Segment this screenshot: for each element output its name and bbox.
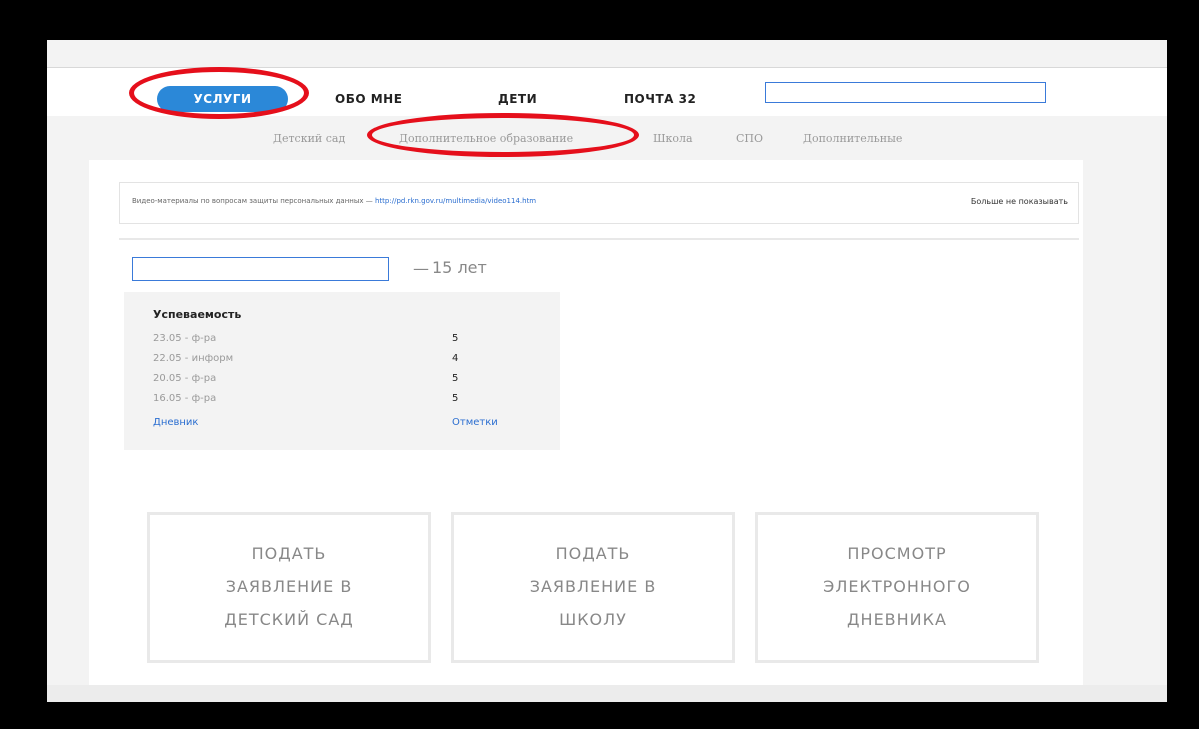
apply-kindergarten-tile[interactable]: ПОДАТЬ ЗАЯВЛЕНИЕ В ДЕТСКИЙ САД bbox=[147, 512, 431, 663]
grade-row: 20.05 - ф-ра 5 bbox=[153, 373, 533, 393]
grade-date: 23.05 - ф-ра bbox=[153, 333, 217, 344]
subnav-spo[interactable]: СПО bbox=[736, 132, 763, 145]
subnav-kindergarten[interactable]: Детский сад bbox=[273, 132, 345, 145]
subnav-additional-education[interactable]: Дополнительное образование bbox=[399, 132, 573, 145]
nav-services-button[interactable]: УСЛУГИ bbox=[157, 86, 288, 112]
grade-date: 20.05 - ф-ра bbox=[153, 373, 217, 384]
notice-text: Видео-материалы по вопросам защиты персо… bbox=[132, 197, 536, 205]
marks-link[interactable]: Отметки bbox=[452, 417, 498, 428]
notice-dismiss-button[interactable]: Больше не показывать bbox=[971, 197, 1068, 206]
grade-row: 22.05 - информ 4 bbox=[153, 353, 533, 373]
notice-link[interactable]: http://pd.rkn.gov.ru/multimedia/video114… bbox=[375, 197, 536, 205]
grade-mark: 5 bbox=[452, 333, 459, 344]
bottom-strip bbox=[47, 685, 1167, 702]
notice-banner: Видео-материалы по вопросам защиты персо… bbox=[119, 182, 1079, 224]
nav-about-me-button[interactable]: ОБО МНЕ bbox=[335, 86, 402, 112]
grade-mark: 4 bbox=[452, 353, 459, 364]
nav-mail-button[interactable]: ПОЧТА 32 bbox=[624, 86, 696, 112]
tile-line: ШКОЛУ bbox=[559, 610, 627, 629]
sub-navigation-bar bbox=[47, 116, 1167, 160]
child-name-field[interactable] bbox=[132, 257, 389, 281]
view-diary-tile[interactable]: ПРОСМОТР ЭЛЕКТРОННОГО ДНЕВНИКА bbox=[755, 512, 1039, 663]
notice-message: Видео-материалы по вопросам защиты персо… bbox=[132, 197, 375, 205]
grade-mark: 5 bbox=[452, 373, 459, 384]
tile-line: ЭЛЕКТРОННОГО bbox=[823, 577, 971, 596]
subnav-school[interactable]: Школа bbox=[653, 132, 693, 145]
apply-school-tile[interactable]: ПОДАТЬ ЗАЯВЛЕНИЕ В ШКОЛУ bbox=[451, 512, 735, 663]
tile-line: ДНЕВНИКА bbox=[847, 610, 947, 629]
tile-line: ПОДАТЬ bbox=[555, 544, 631, 563]
tile-line: ЗАЯВЛЕНИЕ В bbox=[529, 577, 657, 596]
content-divider bbox=[119, 238, 1079, 240]
browser-screen: УСЛУГИ ОБО МНЕ ДЕТИ ПОЧТА 32 Детский сад… bbox=[47, 40, 1167, 702]
grade-mark: 5 bbox=[452, 393, 459, 404]
grade-row: 23.05 - ф-ра 5 bbox=[153, 333, 533, 353]
nav-children-button[interactable]: ДЕТИ bbox=[498, 86, 537, 112]
grade-row: 16.05 - ф-ра 5 bbox=[153, 393, 533, 413]
grade-date: 16.05 - ф-ра bbox=[153, 393, 217, 404]
grade-date: 22.05 - информ bbox=[153, 353, 234, 364]
tile-line: ДЕТСКИЙ САД bbox=[224, 610, 354, 629]
child-age: 15 лет bbox=[432, 258, 487, 277]
main-content: Видео-материалы по вопросам защиты персо… bbox=[89, 160, 1083, 685]
tile-line: ЗАЯВЛЕНИЕ В bbox=[225, 577, 353, 596]
tile-line: ПРОСМОТР bbox=[847, 544, 947, 563]
subnav-additional[interactable]: Дополнительные bbox=[803, 132, 902, 145]
search-input[interactable] bbox=[765, 82, 1046, 103]
diary-link[interactable]: Дневник bbox=[153, 417, 198, 428]
child-dash: — bbox=[413, 259, 429, 278]
tile-line: ПОДАТЬ bbox=[251, 544, 327, 563]
grades-panel: Успеваемость 23.05 - ф-ра 5 22.05 - инфо… bbox=[124, 292, 560, 450]
grades-title: Успеваемость bbox=[153, 308, 242, 321]
